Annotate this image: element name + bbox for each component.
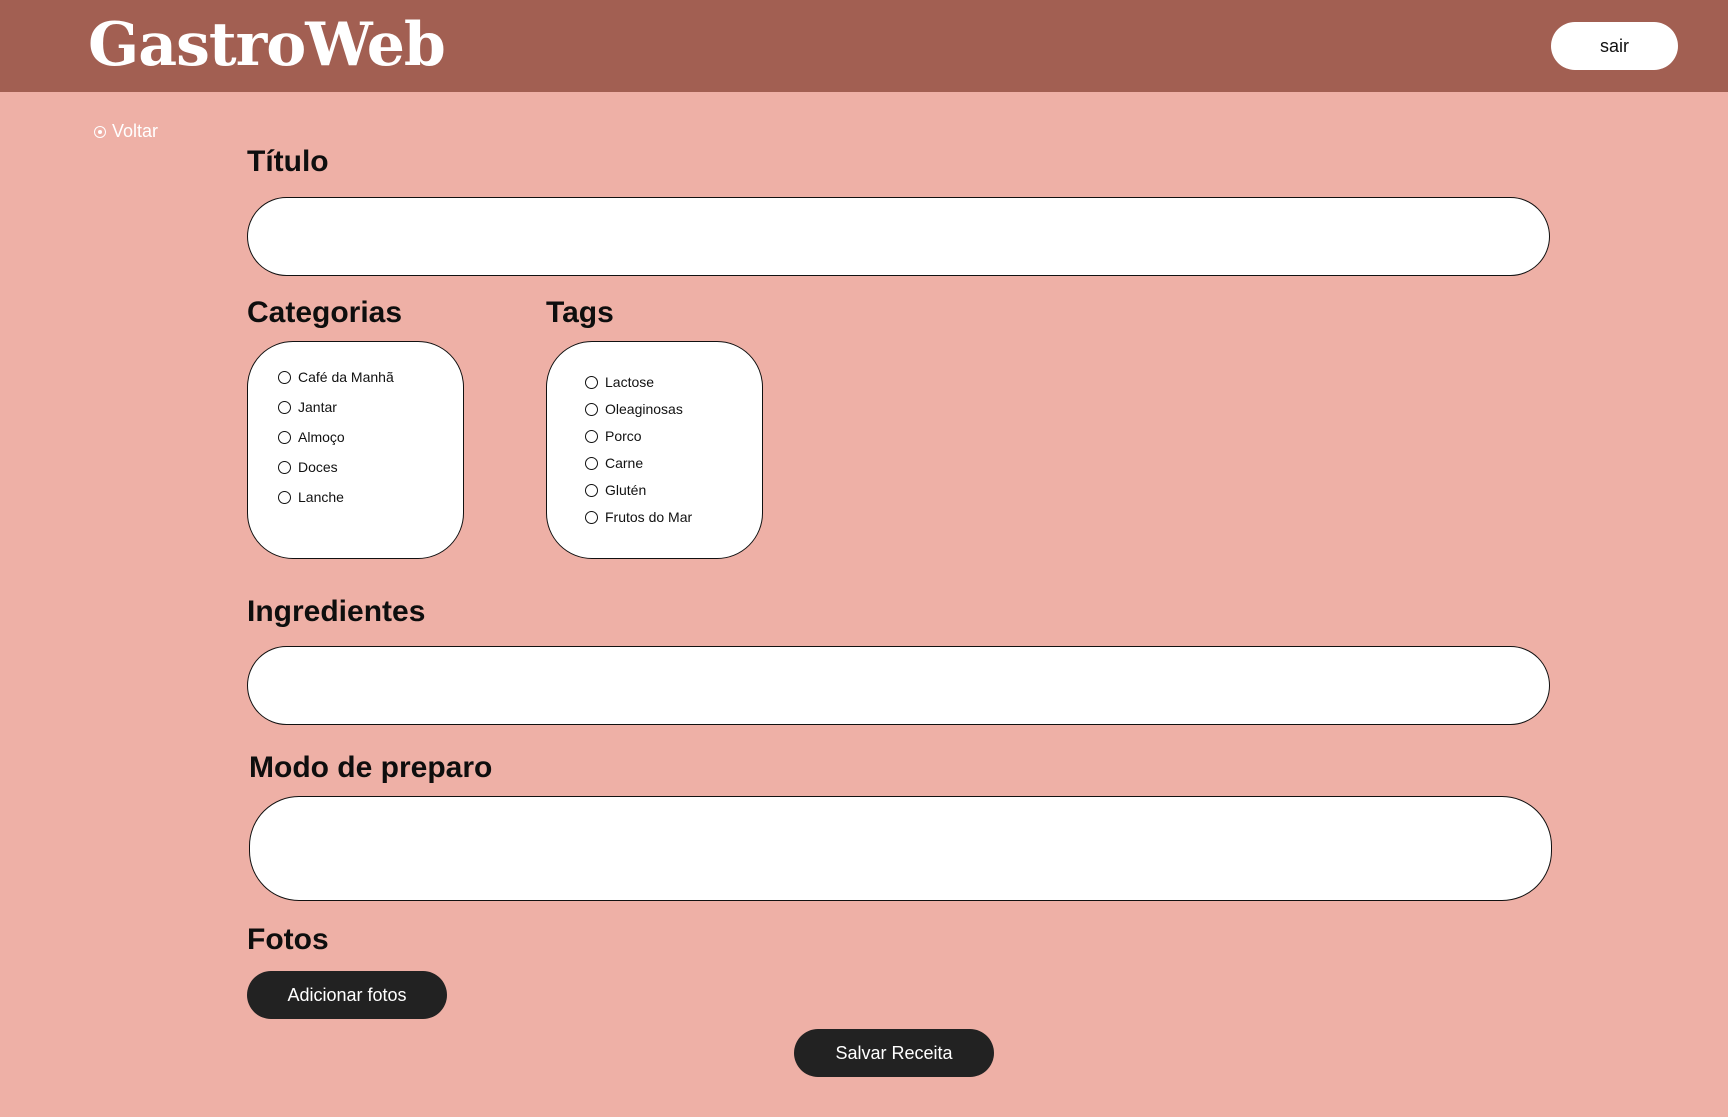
category-label: Doces — [298, 459, 338, 475]
category-label: Jantar — [298, 399, 337, 415]
tag-label: Oleaginosas — [605, 401, 683, 417]
back-link[interactable]: Voltar — [94, 121, 158, 142]
tag-option[interactable]: Glutén — [585, 482, 646, 498]
tag-option[interactable]: Lactose — [585, 374, 654, 390]
tag-label: Carne — [605, 455, 644, 471]
logout-button[interactable]: sair — [1551, 22, 1678, 70]
tag-label: Lactose — [605, 374, 655, 390]
category-label: Almoço — [298, 429, 345, 445]
tag-label: Porco — [605, 428, 642, 444]
radio-icon[interactable] — [278, 400, 291, 414]
radio-icon[interactable] — [585, 402, 598, 416]
app-header: GastroWeb sair — [0, 0, 1728, 92]
title-heading: Título — [247, 145, 329, 178]
radio-icon[interactable] — [585, 456, 598, 470]
radio-icon[interactable] — [278, 460, 291, 474]
back-link-label: Voltar — [112, 121, 159, 141]
radio-icon[interactable] — [585, 429, 598, 443]
tag-label: Glutén — [605, 482, 647, 498]
category-option[interactable]: Lanche — [278, 489, 344, 505]
radio-icon[interactable] — [278, 370, 291, 384]
category-label: Lanche — [298, 489, 344, 505]
radio-icon[interactable] — [585, 375, 598, 389]
tags-box: Lactose Oleaginosas Porco Carne Glutén F… — [546, 341, 763, 559]
radio-icon[interactable] — [278, 430, 291, 444]
method-textarea[interactable] — [249, 796, 1552, 901]
tag-option[interactable]: Carne — [585, 455, 643, 471]
categories-heading: Categorias — [247, 296, 403, 329]
add-photos-button[interactable]: Adicionar fotos — [247, 971, 447, 1019]
tag-option[interactable]: Oleaginosas — [585, 401, 683, 417]
category-option[interactable]: Jantar — [278, 399, 337, 415]
tag-option[interactable]: Frutos do Mar — [585, 509, 692, 525]
save-recipe-button[interactable]: Salvar Receita — [794, 1029, 994, 1077]
tag-label: Frutos do Mar — [605, 509, 693, 525]
radio-icon[interactable] — [585, 510, 598, 524]
method-heading: Modo de preparo — [249, 751, 493, 784]
category-option[interactable]: Café da Manhã — [278, 369, 394, 385]
back-circle-icon — [94, 125, 106, 138]
category-option[interactable]: Almoço — [278, 429, 345, 445]
app-logo: GastroWeb — [88, 10, 446, 80]
tag-option[interactable]: Porco — [585, 428, 642, 444]
ingredients-heading: Ingredientes — [247, 595, 426, 628]
category-label: Café da Manhã — [298, 369, 394, 385]
categories-box: Café da Manhã Jantar Almoço Doces Lanche — [247, 341, 464, 559]
photos-heading: Fotos — [247, 923, 329, 956]
tags-heading: Tags — [546, 296, 614, 329]
category-option[interactable]: Doces — [278, 459, 338, 475]
radio-icon[interactable] — [585, 483, 598, 497]
ingredients-input[interactable] — [247, 646, 1550, 725]
title-input[interactable] — [247, 197, 1550, 276]
radio-icon[interactable] — [278, 490, 291, 504]
